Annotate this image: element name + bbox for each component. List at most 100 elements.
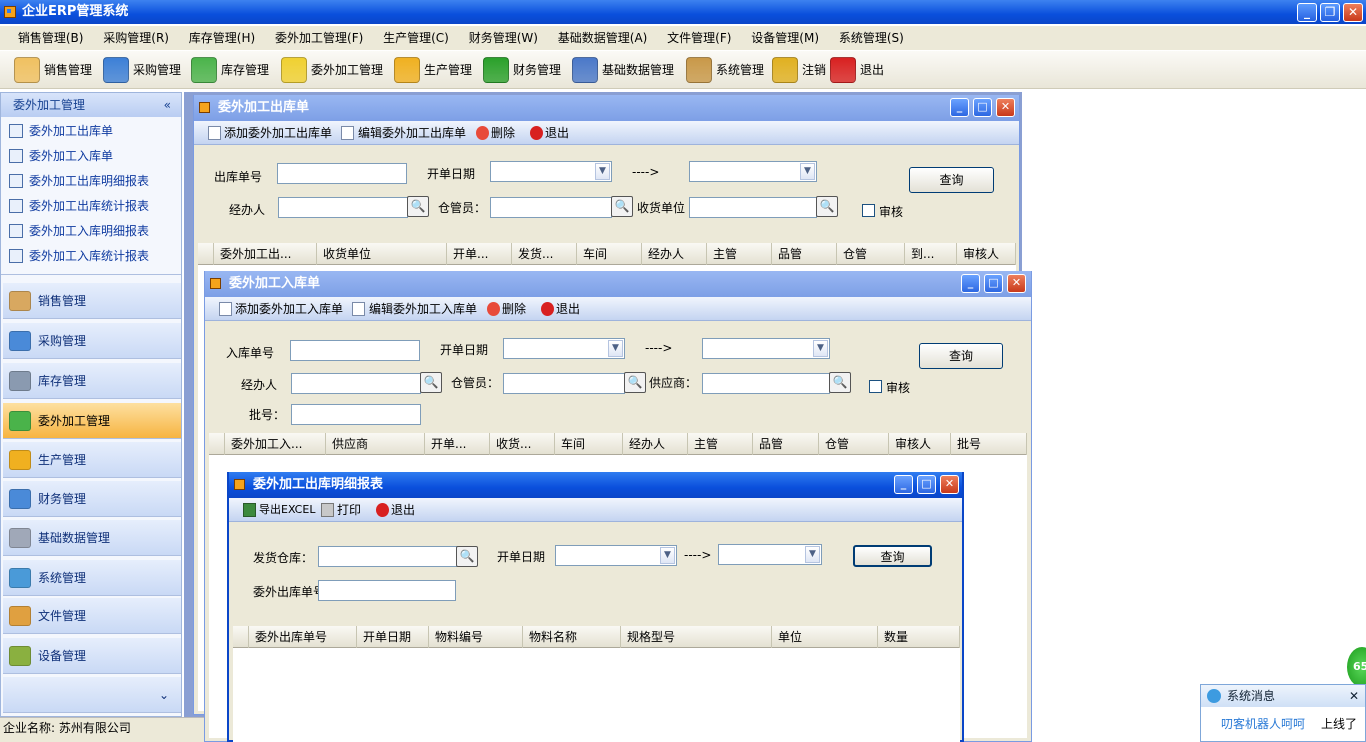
minimize-button[interactable]: _ [894, 475, 913, 494]
grid-col[interactable]: 物料编号 [429, 626, 523, 648]
close-button[interactable]: ✕ [1007, 274, 1026, 293]
audit-checkbox[interactable] [869, 380, 882, 393]
grid-col[interactable]: 收货... [490, 433, 555, 455]
delete-button[interactable]: 删除 [502, 297, 526, 321]
toolbar-logout-button[interactable]: 注销 [772, 55, 826, 85]
toolbar-exit-button[interactable]: 退出 [830, 55, 884, 85]
toolbar-outsourcing-button[interactable]: 委外加工管理 [281, 55, 383, 85]
end-date-dropdown[interactable]: ▼ [718, 544, 822, 565]
menu-files[interactable]: 文件管理(F) [659, 26, 739, 50]
nav-inventory[interactable]: 库存管理 [3, 363, 181, 399]
out-no-input[interactable] [318, 580, 456, 601]
search-icon[interactable]: 🔍 [816, 196, 838, 217]
grid-col[interactable]: 开单... [425, 433, 490, 455]
delete-button[interactable]: 删除 [491, 121, 515, 145]
toolbar-basic-data-button[interactable]: 基础数据管理 [572, 55, 674, 85]
collapse-icon[interactable]: « [164, 93, 171, 117]
grid-col[interactable]: 仓管 [819, 433, 889, 455]
menu-finance[interactable]: 财务管理(W) [461, 26, 546, 50]
sidebar-item-out-detail-report[interactable]: 委外加工出库明细报表 [1, 169, 181, 194]
maximize-button[interactable]: □ [984, 274, 1003, 293]
nav-equipment[interactable]: 设备管理 [3, 638, 181, 674]
grid-col[interactable]: 委外加工出... [214, 243, 317, 265]
edit-button[interactable]: 编辑委外加工入库单 [369, 297, 477, 321]
close-button[interactable]: ✕ [940, 475, 959, 494]
sidebar-item-in-detail-report[interactable]: 委外加工入库明细报表 [1, 219, 181, 244]
restore-button[interactable]: ❐ [1320, 3, 1340, 22]
float-assistant-bubble[interactable]: 65 [1347, 647, 1366, 687]
grid-col[interactable]: 委外加工入... [225, 433, 326, 455]
grid-col[interactable]: 主管 [707, 243, 772, 265]
grid-col[interactable]: 审核人 [957, 243, 1016, 265]
grid-col[interactable]: 主管 [688, 433, 753, 455]
end-date-dropdown[interactable]: ▼ [689, 161, 817, 182]
supplier-input[interactable] [702, 373, 830, 394]
nav-expand-button[interactable]: ⌄ [3, 677, 181, 713]
toolbar-finance-button[interactable]: 财务管理 [483, 55, 561, 85]
menu-inventory[interactable]: 库存管理(H) [181, 26, 263, 50]
edit-button[interactable]: 编辑委外加工出库单 [358, 121, 466, 145]
popup-user-link[interactable]: 叨客机器人呵呵 [1221, 715, 1305, 732]
warehouse-input[interactable] [318, 546, 458, 567]
audit-checkbox[interactable] [862, 204, 875, 217]
close-button[interactable]: ✕ [996, 98, 1015, 117]
export-excel-button[interactable]: 导出EXCEL [259, 498, 315, 522]
sidebar-item-out-stats-report[interactable]: 委外加工出库统计报表 [1, 194, 181, 219]
exit-button[interactable]: 退出 [391, 498, 415, 522]
grid-col[interactable]: 供应商 [326, 433, 425, 455]
menu-system[interactable]: 系统管理(S) [831, 26, 912, 50]
grid-col[interactable]: 数量 [878, 626, 960, 648]
grid-col[interactable]: 品管 [772, 243, 837, 265]
grid-col[interactable]: 开单日期 [357, 626, 429, 648]
nav-production[interactable]: 生产管理 [3, 442, 181, 478]
grid-col[interactable]: 批号 [951, 433, 1027, 455]
grid-col[interactable]: 规格型号 [621, 626, 772, 648]
batch-input[interactable] [291, 404, 421, 425]
grid-col[interactable]: 车间 [577, 243, 642, 265]
search-icon[interactable]: 🔍 [420, 372, 442, 393]
grid-col[interactable]: 车间 [555, 433, 623, 455]
grid-col[interactable]: 委外出库单号 [249, 626, 357, 648]
end-date-dropdown[interactable]: ▼ [702, 338, 830, 359]
keeper-input[interactable] [490, 197, 612, 218]
grid-col[interactable]: 单位 [772, 626, 878, 648]
nav-purchase[interactable]: 采购管理 [3, 323, 181, 359]
grid-col[interactable]: 品管 [753, 433, 819, 455]
start-date-dropdown[interactable]: ▼ [503, 338, 625, 359]
grid-col[interactable]: 经办人 [642, 243, 707, 265]
nav-finance[interactable]: 财务管理 [3, 481, 181, 517]
query-button[interactable]: 查询 [919, 343, 1003, 369]
grid-col[interactable]: 仓管 [837, 243, 905, 265]
receiver-input[interactable] [689, 197, 817, 218]
handler-input[interactable] [278, 197, 408, 218]
start-date-dropdown[interactable]: ▼ [490, 161, 612, 182]
start-date-dropdown[interactable]: ▼ [555, 545, 677, 566]
print-button[interactable]: 打印 [337, 498, 361, 522]
toolbar-inventory-button[interactable]: 库存管理 [191, 55, 269, 85]
sidebar-item-outsource-in[interactable]: 委外加工入库单 [1, 144, 181, 169]
search-icon[interactable]: 🔍 [829, 372, 851, 393]
toolbar-production-button[interactable]: 生产管理 [394, 55, 472, 85]
nav-basic-data[interactable]: 基础数据管理 [3, 520, 181, 556]
exit-button[interactable]: 退出 [556, 297, 580, 321]
splitter[interactable] [1, 274, 181, 278]
grid-col[interactable]: 收货单位 [317, 243, 447, 265]
minimize-button[interactable]: _ [950, 98, 969, 117]
search-icon[interactable]: 🔍 [407, 196, 429, 217]
minimize-button[interactable]: _ [1297, 3, 1317, 22]
exit-button[interactable]: 退出 [545, 121, 569, 145]
close-button[interactable]: ✕ [1343, 3, 1363, 22]
search-icon[interactable]: 🔍 [456, 546, 478, 567]
menu-production[interactable]: 生产管理(C) [375, 26, 457, 50]
sidebar-item-in-stats-report[interactable]: 委外加工入库统计报表 [1, 244, 181, 269]
toolbar-sales-button[interactable]: 销售管理 [14, 55, 92, 85]
in-no-input[interactable] [290, 340, 420, 361]
grid-col[interactable]: 到... [905, 243, 957, 265]
nav-files[interactable]: 文件管理 [3, 598, 181, 634]
maximize-button[interactable]: □ [973, 98, 992, 117]
sidebar-item-outsource-out[interactable]: 委外加工出库单 [1, 119, 181, 144]
menu-outsourcing[interactable]: 委外加工管理(F) [267, 26, 371, 50]
toolbar-purchase-button[interactable]: 采购管理 [103, 55, 181, 85]
grid-col[interactable]: 物料名称 [523, 626, 621, 648]
keeper-input[interactable] [503, 373, 625, 394]
